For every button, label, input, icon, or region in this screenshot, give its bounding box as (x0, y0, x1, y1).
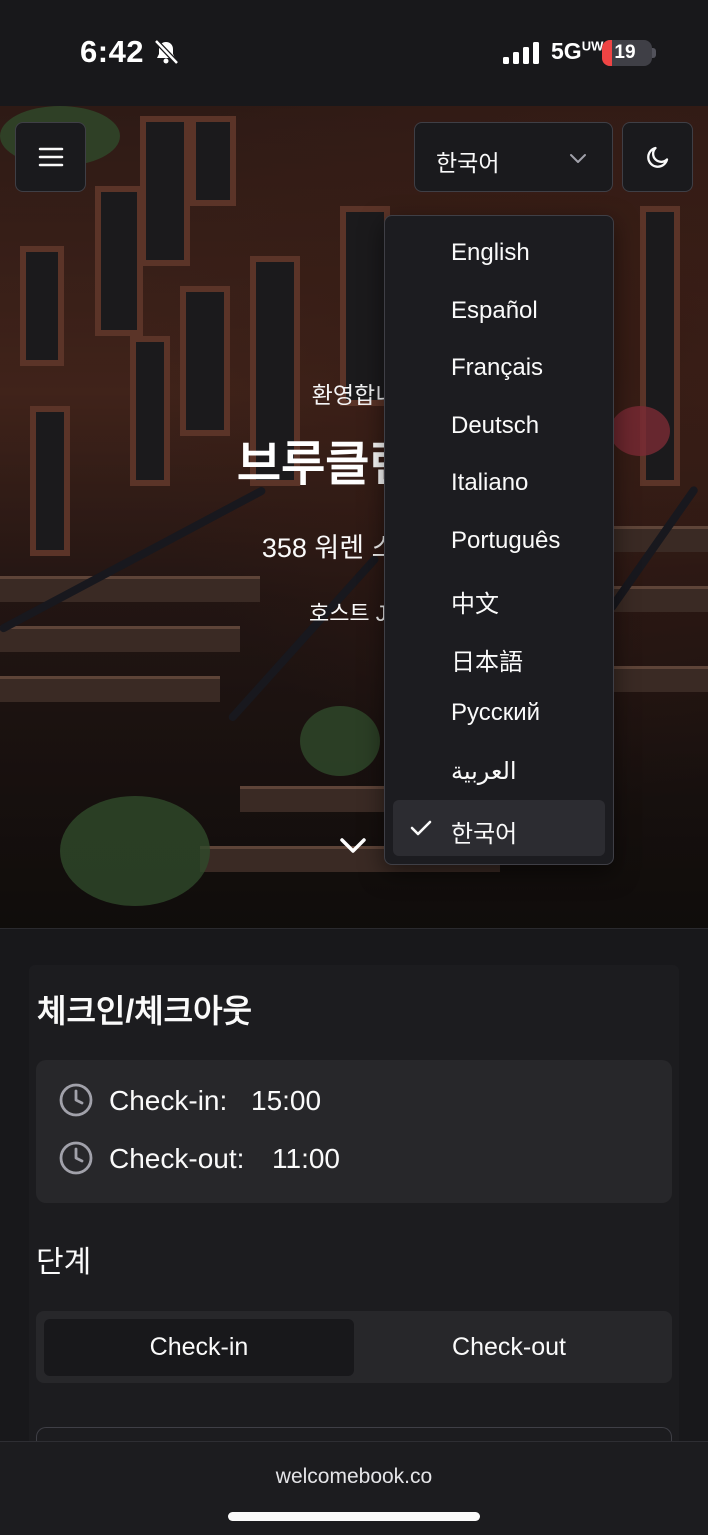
clock-icon (59, 1141, 93, 1175)
hamburger-icon (38, 147, 63, 167)
battery-cap (652, 48, 656, 58)
menu-button[interactable] (15, 122, 86, 192)
language-option-label: 日本語 (451, 648, 523, 676)
facade-window (140, 116, 190, 266)
status-bar: 6:42 5GUW 19 (0, 0, 708, 106)
checkin-times-box: Check-in: 15:00 Check-out: 11:00 (36, 1060, 672, 1203)
browser-bottom-bar: welcomebook.co (0, 1441, 708, 1535)
facade-window (95, 186, 143, 336)
language-option[interactable]: Español (393, 283, 605, 339)
tab-check-out[interactable]: Check-out (354, 1319, 664, 1376)
language-option[interactable]: Italiano (393, 455, 605, 511)
clock-icon (59, 1083, 93, 1117)
network-label: 5GUW (551, 38, 604, 64)
facade-window (20, 246, 64, 366)
home-indicator[interactable] (228, 1512, 480, 1521)
checkin-time: 15:00 (251, 1085, 322, 1116)
foliage (60, 796, 210, 906)
checkin-card (29, 965, 679, 1465)
language-option[interactable]: English (393, 225, 605, 281)
language-option[interactable]: Português (393, 513, 605, 569)
language-option-label: Français (451, 354, 544, 381)
language-option[interactable]: 中文 (393, 570, 605, 626)
foliage (300, 706, 380, 776)
language-option-label: Русский (451, 699, 541, 726)
check-icon (410, 820, 432, 836)
battery-level: 19 (614, 42, 636, 63)
checkin-section-title: 체크인/체크아웃 (37, 993, 252, 1029)
facade-stair (0, 676, 220, 702)
language-option-label: 한국어 (451, 821, 518, 848)
language-option-label: 中文 (451, 591, 499, 618)
language-option[interactable]: العربية (393, 743, 605, 799)
language-option-label: Español (451, 296, 538, 324)
checkout-label: Check-out: (109, 1143, 245, 1174)
facade-stair (0, 626, 240, 652)
tab-check-in[interactable]: Check-in (44, 1319, 354, 1376)
facade-stair (600, 666, 708, 692)
language-option-label: Português (451, 526, 561, 554)
language-option-label: English (451, 239, 530, 266)
chevron-down-icon (570, 154, 586, 163)
cellular-signal-icon (503, 42, 539, 64)
url-bar[interactable]: welcomebook.co (0, 1465, 708, 1489)
checkin-label: Check-in: (109, 1085, 228, 1116)
language-option[interactable]: Français (393, 340, 605, 396)
checkout-time: 11:00 (272, 1143, 340, 1174)
language-option-label: Deutsch (451, 411, 540, 439)
language-dropdown-menu: English Español Français Deutsch Italiano Por… (384, 215, 614, 865)
language-option[interactable]: 日本語 (393, 628, 605, 684)
moon-icon (646, 146, 668, 168)
facade-window (180, 286, 230, 436)
language-select[interactable]: 한국어 (414, 122, 613, 192)
theme-toggle-button[interactable] (622, 122, 693, 192)
main-content: 체크인/체크아웃 Check-in: 15:00 Check-out: 11:0… (0, 928, 708, 1467)
language-option[interactable]: 한국어 (393, 800, 605, 856)
steps-section-title: 단계 (36, 1246, 92, 1279)
chevron-down-icon[interactable] (338, 834, 368, 858)
language-option[interactable]: Русский (393, 685, 605, 741)
language-option[interactable]: Deutsch (393, 398, 605, 454)
battery-indicator: 19 (602, 40, 652, 66)
language-option-label: العربية (451, 757, 517, 785)
steps-tabs: Check-in Check-out (36, 1311, 672, 1383)
language-option-label: Italiano (451, 469, 529, 496)
bell-slash-icon (154, 39, 179, 65)
facade-window (190, 116, 236, 206)
status-time: 6:42 (80, 34, 145, 69)
language-select-value: 한국어 (436, 150, 500, 176)
